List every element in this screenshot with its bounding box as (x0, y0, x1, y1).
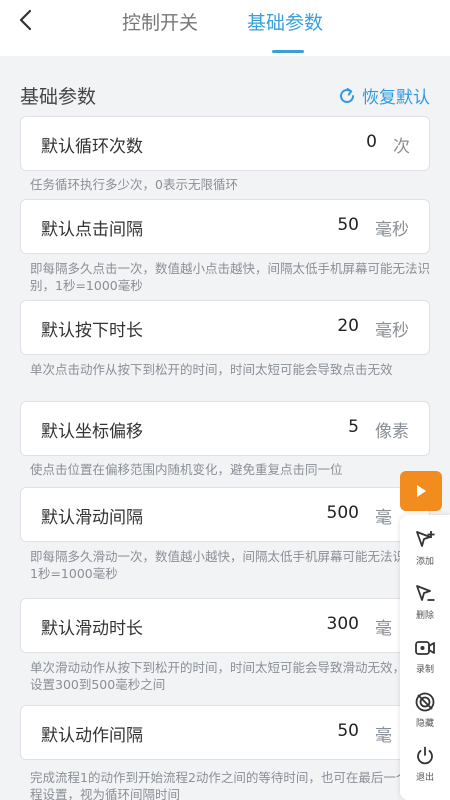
setting-label: 默认循环次数 (41, 137, 143, 157)
delete-cursor-icon (416, 585, 435, 601)
reset-default-button[interactable]: 恢复默认 (338, 83, 430, 108)
refresh-icon (340, 87, 354, 103)
setting-unit: 次 (393, 137, 410, 157)
add-cursor-icon (416, 531, 435, 547)
tab-basic-params[interactable]: 基础参数 (247, 8, 323, 35)
tool-label: 添加 (415, 557, 434, 567)
setting-row-action-interval[interactable]: 默认动作间隔 50 毫 (20, 705, 430, 760)
setting-value-input[interactable]: 50 (337, 215, 359, 235)
setting-hint: 单次滑动动作从按下到松开的时间，时间太短可能会导致滑动无效，建议设置300到50… (30, 660, 431, 692)
setting-label: 默认滑动时长 (41, 619, 143, 639)
setting-value-input[interactable]: 300 (327, 614, 359, 634)
power-icon (417, 746, 433, 765)
record-icon (415, 641, 435, 655)
setting-value-input[interactable]: 50 (337, 721, 359, 741)
back-button[interactable] (12, 6, 40, 34)
setting-label: 默认动作间隔 (41, 726, 143, 746)
setting-value-input[interactable]: 500 (327, 503, 359, 523)
play-icon (417, 485, 426, 497)
setting-unit: 毫秒 (375, 220, 409, 240)
top-bar: 控制开关 基础参数 (0, 0, 450, 56)
tool-label: 删除 (415, 611, 434, 621)
setting-value-input[interactable]: 5 (348, 417, 359, 437)
setting-label: 默认滑动间隔 (41, 508, 143, 528)
setting-label: 默认点击间隔 (41, 220, 143, 240)
reset-label: 恢复默认 (362, 88, 430, 108)
setting-row-click-interval[interactable]: 默认点击间隔 50 毫秒 (20, 199, 430, 254)
chevron-left-icon (19, 9, 32, 31)
setting-row-swipe-interval[interactable]: 默认滑动间隔 500 毫 (20, 487, 430, 542)
setting-row-swipe-duration[interactable]: 默认滑动时长 300 毫 (20, 598, 430, 653)
setting-hint: 即每隔多久滑动一次，数值越小越快，间隔太低手机屏幕可能无法识别，1秒=1000毫… (30, 549, 431, 581)
tab-control-switch[interactable]: 控制开关 (122, 8, 198, 35)
setting-hint: 任务循环执行多少次，0表示无限循环 (30, 177, 238, 192)
setting-label: 默认坐标偏移 (41, 422, 143, 442)
tool-label: 退出 (415, 773, 434, 783)
setting-row-coordinate-offset[interactable]: 默认坐标偏移 5 像素 (20, 401, 430, 456)
exit-button[interactable]: 退出 (400, 745, 450, 797)
setting-unit: 毫秒 (375, 321, 409, 341)
setting-row-press-duration[interactable]: 默认按下时长 20 毫秒 (20, 300, 430, 355)
setting-value-input[interactable]: 0 (366, 132, 377, 152)
add-button[interactable]: 添加 (400, 529, 450, 581)
setting-label: 默认按下时长 (41, 321, 143, 341)
active-tab-indicator (272, 50, 304, 53)
setting-hint: 单次点击动作从按下到松开的时间，时间太短可能会导致点击无效 (30, 362, 393, 377)
hide-button[interactable]: 隐藏 (400, 691, 450, 743)
tool-label: 录制 (415, 665, 434, 675)
record-button[interactable]: 录制 (400, 637, 450, 689)
setting-row-loop-count[interactable]: 默认循环次数 0 次 (20, 116, 430, 171)
hide-icon (415, 692, 435, 712)
setting-unit: 毫 (375, 726, 392, 746)
setting-unit: 毫 (375, 508, 392, 528)
play-button[interactable] (400, 471, 442, 511)
setting-hint: 即每隔多久点击一次，数值越小点击越快，间隔太低手机屏幕可能无法识别，1秒=100… (30, 261, 431, 293)
tool-label: 隐藏 (415, 719, 434, 729)
setting-hint: 完成流程1的动作到开始流程2动作之间的等待时间，也可在最后一个流程设置，视为循环… (30, 770, 421, 800)
section-title: 基础参数 (20, 86, 97, 108)
delete-button[interactable]: 删除 (400, 583, 450, 635)
setting-hint: 使点击位置在偏移范围内随机变化，避免重复点击同一位 (30, 462, 343, 477)
setting-value-input[interactable]: 20 (337, 316, 359, 336)
setting-unit: 毫 (375, 619, 392, 639)
setting-unit: 像素 (375, 422, 409, 442)
floating-tool-panel: 添加 删除 录制 隐藏 退出 (400, 515, 450, 800)
